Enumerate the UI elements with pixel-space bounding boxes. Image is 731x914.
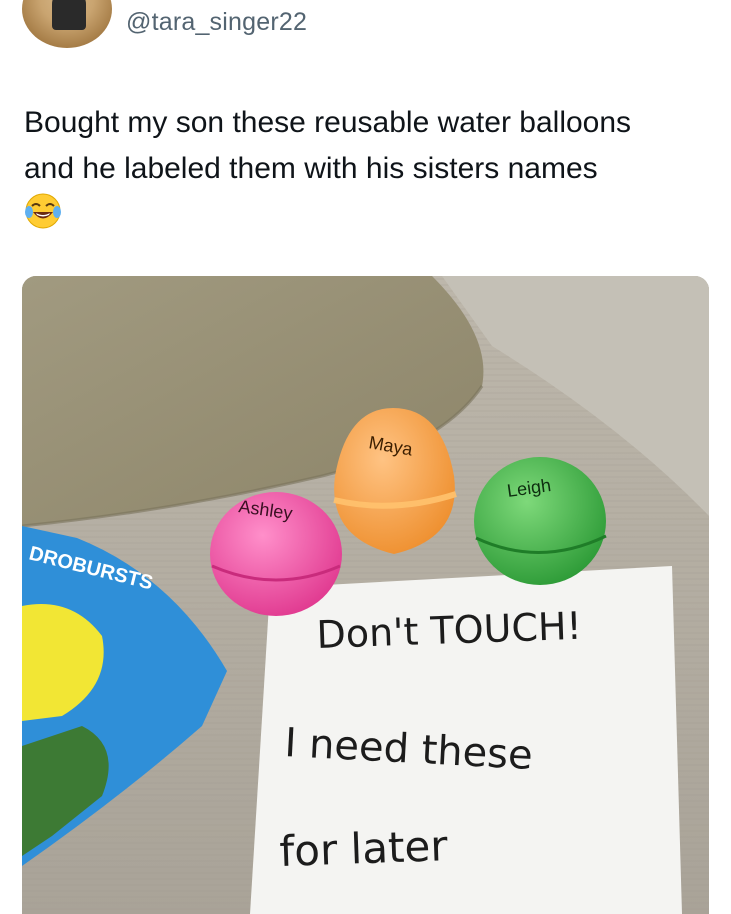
user-handle[interactable]: @tara_singer22 [126, 8, 307, 37]
face-with-tears-of-joy-icon [24, 192, 62, 230]
balloon-ashley: Ashley [210, 492, 342, 616]
tweet-photo[interactable]: DROBURSTS Don't TOUCH! I need these for … [22, 276, 709, 914]
tweet-text: Bought my son these reusable water ballo… [24, 100, 714, 192]
avatar-person [52, 0, 86, 30]
note-line-1: Don't TOUCH! [316, 604, 583, 657]
tweet-text-line-2: and he labeled them with his sisters nam… [24, 152, 598, 185]
balloon-leigh: Leigh [474, 457, 607, 585]
tweet-text-line-1: Bought my son these reusable water ballo… [24, 106, 632, 139]
tweet-header: @tara_singer22 [0, 0, 731, 60]
handwritten-note: Don't TOUCH! I need these for later [250, 566, 682, 914]
note-line-3: for later [279, 821, 449, 876]
avatar[interactable] [22, 0, 112, 48]
